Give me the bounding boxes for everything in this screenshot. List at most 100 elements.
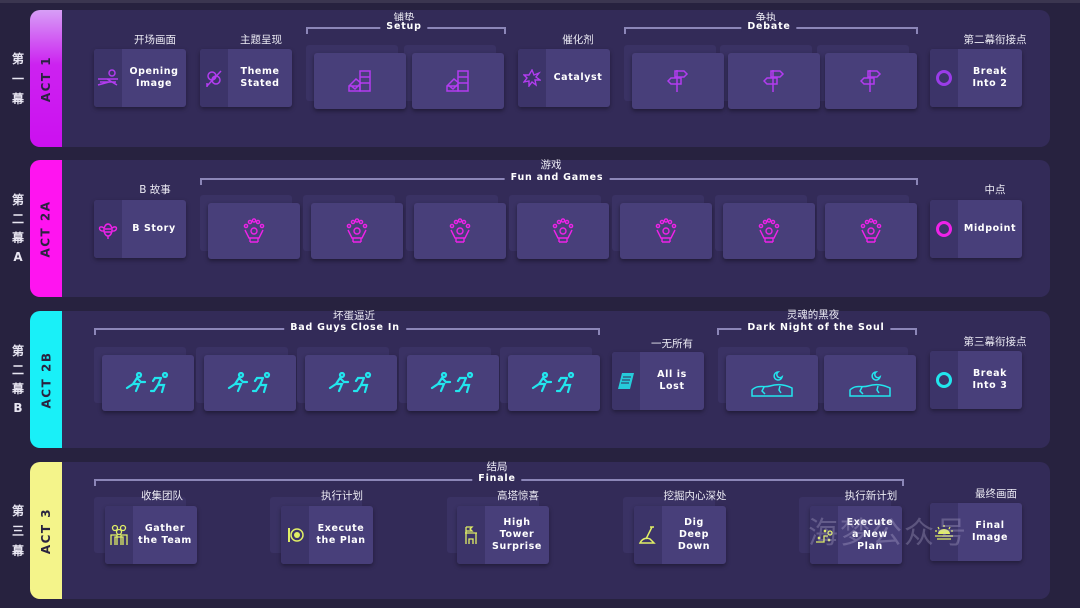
- signpost-icon: [860, 70, 882, 92]
- high-tower-cn: 高塔惊喜: [497, 490, 539, 502]
- break-into-3-card[interactable]: Break Into 3: [930, 351, 1022, 409]
- all-is-lost-label-1: All is: [657, 369, 687, 380]
- building-blocks-icon: [446, 70, 469, 92]
- bad-guys-beat-card[interactable]: [305, 355, 397, 411]
- catalyst-card[interactable]: Catalyst: [518, 49, 610, 107]
- running-figures-icon: [227, 372, 271, 394]
- dig-deep-label-3: Down: [677, 541, 711, 552]
- signpost-icon: [763, 70, 785, 92]
- act-2a-panel: ACT 2A B 故事 B Story 游戏 Fun and Games 中点 …: [30, 159, 1050, 297]
- act-2a-tab-label: ACT 2A: [39, 199, 53, 258]
- theme-stated-label-1: Theme: [240, 66, 280, 77]
- act-1-chinese-label: 第 一 幕: [8, 10, 28, 147]
- fun-and-games-beat-card[interactable]: [620, 203, 712, 259]
- tower-flag-icon: [465, 526, 477, 544]
- side-char: 三: [11, 523, 24, 538]
- b-story-card[interactable]: B Story: [94, 200, 186, 258]
- debate-beat-card[interactable]: [632, 53, 724, 109]
- act-2b-tab-label: ACT 2B: [39, 351, 54, 408]
- final-image-cn: 最终画面: [975, 488, 1017, 500]
- high-tower-label-1: High: [503, 517, 531, 528]
- dark-night-beat-card[interactable]: [824, 355, 916, 411]
- debate-beat-card[interactable]: [825, 53, 917, 109]
- running-figures-icon: [125, 372, 169, 394]
- fun-and-games-beat-card[interactable]: [517, 203, 609, 259]
- high-tower-card[interactable]: High Tower Surprise: [457, 506, 549, 564]
- fun-and-games-beat-card[interactable]: [825, 203, 917, 259]
- gather-team-label-1: Gather: [144, 523, 186, 534]
- theme-stated-cn: 主题呈现: [240, 34, 282, 46]
- midpoint-label: Midpoint: [963, 223, 1017, 234]
- ring-icon: [936, 372, 952, 388]
- final-image-label-2: Image: [971, 532, 1009, 543]
- break-into-2-cn: 第二幕衔接点: [963, 34, 1027, 46]
- act-3-tab[interactable]: ACT 3: [30, 462, 62, 599]
- side-char: 幕: [11, 382, 24, 396]
- finale-cn: 结局: [486, 461, 508, 473]
- target-icon: [288, 528, 304, 542]
- dig-deep-card[interactable]: Dig Deep Down: [634, 506, 726, 564]
- fun-and-games-label: Fun and Games: [504, 172, 610, 183]
- top-border: [0, 0, 1080, 3]
- dig-deep-label-2: Deep: [679, 529, 709, 540]
- juggler-icon: [346, 218, 368, 243]
- fun-and-games-beat-card[interactable]: [208, 203, 300, 259]
- dark-night-beat-card[interactable]: [726, 355, 818, 411]
- juggler-icon: [655, 218, 677, 243]
- setup-beat-card[interactable]: [412, 53, 504, 109]
- juggler-icon: [449, 218, 471, 243]
- break-into-2-card[interactable]: Break Into 2: [930, 49, 1022, 107]
- bee-icon: [98, 223, 118, 239]
- act-2b-panel: ACT 2B 坏蛋逼近 Bad Guys Close In 一无所有 All i…: [30, 309, 1050, 448]
- act-2b-tab[interactable]: ACT 2B: [30, 311, 62, 448]
- side-char: 幕: [11, 231, 24, 245]
- opening-image-label-2: Image: [135, 78, 173, 89]
- fun-and-games-beat-card[interactable]: [311, 203, 403, 259]
- juggler-icon: [860, 218, 882, 243]
- bad-guys-beat-card[interactable]: [508, 355, 600, 411]
- break-into-3-label-1: Break: [972, 368, 1008, 379]
- act-1-panel: ACT 1 开场画面 Opening Image 主题呈现 Theme Stated…: [30, 10, 1050, 147]
- fun-and-games-cn: 游戏: [540, 159, 562, 171]
- side-char: 第: [11, 344, 24, 358]
- dig-deep-label-1: Dig: [684, 517, 704, 528]
- juggler-icon: [552, 218, 574, 243]
- setup-label: Setup: [380, 21, 428, 32]
- b-story-cn: B 故事: [139, 184, 171, 196]
- act-2a-chinese-label: 第 二 幕 A: [8, 160, 28, 297]
- bad-guys-beat-card[interactable]: [204, 355, 296, 411]
- gather-team-label-2: the Team: [138, 535, 192, 546]
- setup-beat-card[interactable]: [314, 53, 406, 109]
- dark-night-cn: 灵魂的黑夜: [786, 309, 840, 321]
- midpoint-card[interactable]: Midpoint: [930, 200, 1022, 258]
- bad-guys-beat-card[interactable]: [407, 355, 499, 411]
- opening-image-icon: [97, 69, 118, 86]
- act-3-chinese-label: 第 三 幕: [8, 462, 28, 599]
- act-3-tab-label: ACT 3: [39, 507, 53, 554]
- all-is-lost-card[interactable]: All is Lost: [612, 352, 704, 410]
- all-is-lost-cn: 一无所有: [651, 338, 693, 350]
- bad-guys-beat-card[interactable]: [102, 355, 194, 411]
- signpost-icon: [667, 70, 689, 92]
- fun-and-games-beat-card[interactable]: [414, 203, 506, 259]
- execute-plan-card[interactable]: Execute the Plan: [281, 506, 373, 564]
- break-into-3-cn: 第三幕衔接点: [963, 336, 1027, 348]
- dig-deep-cn: 挖掘内心深处: [663, 490, 727, 502]
- side-char: 二: [11, 212, 24, 226]
- row-act-2b: 第 二 幕 B ACT 2B 坏蛋逼近 Bad Guys Close In 一无…: [0, 309, 1080, 448]
- act-1-tab-label: ACT 1: [39, 55, 53, 102]
- act-2b-chinese-label: 第 二 幕 B: [8, 311, 28, 448]
- debate-beat-card[interactable]: [728, 53, 820, 109]
- side-char: A: [13, 250, 23, 264]
- running-figures-icon: [430, 372, 474, 394]
- act-2a-tab[interactable]: ACT 2A: [30, 160, 62, 297]
- fun-and-games-beat-card[interactable]: [723, 203, 815, 259]
- opening-image-card[interactable]: Opening Image: [94, 49, 186, 107]
- gather-team-card[interactable]: Gather the Team: [105, 506, 197, 564]
- break-into-2-label-1: Break: [972, 66, 1008, 77]
- row-act-1: 第 一 幕 ACT 1 开场画面 Opening Image 主题呈现 Theme…: [0, 10, 1080, 147]
- act-1-tab[interactable]: ACT 1: [30, 10, 62, 147]
- building-blocks-icon: [348, 70, 371, 92]
- theme-stated-card[interactable]: Theme Stated: [200, 49, 292, 107]
- dark-night-label: Dark Night of the Soul: [741, 322, 891, 333]
